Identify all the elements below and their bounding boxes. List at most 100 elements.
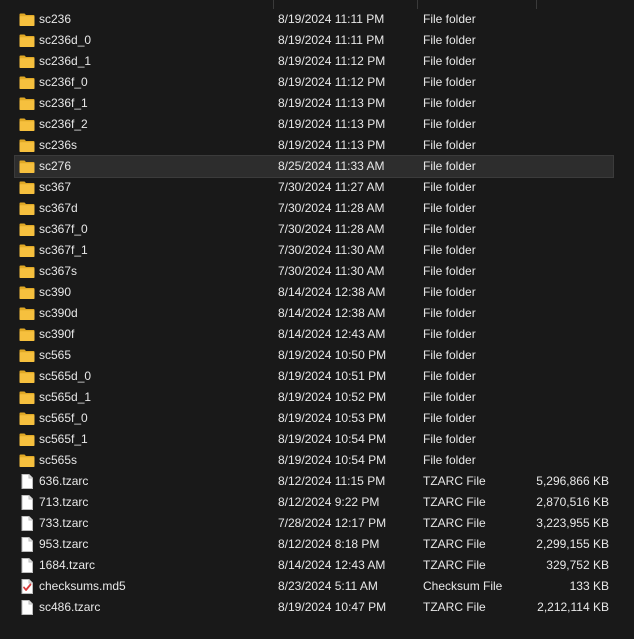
file-name: sc565d_0	[39, 369, 92, 383]
file-size: 329,752 KB	[546, 558, 609, 572]
folder-icon	[19, 12, 35, 27]
date-modified: 7/30/2024 11:28 AM	[278, 201, 385, 215]
file-name: sc367d	[39, 201, 78, 215]
file-type: File folder	[423, 369, 476, 383]
folder-icon	[19, 54, 35, 69]
file-row[interactable]: sc236s 8/19/2024 11:13 PM File folder	[15, 135, 613, 156]
file-row[interactable]: 733.tzarc 7/28/2024 12:17 PM TZARC File …	[15, 513, 613, 534]
date-modified: 8/14/2024 12:43 AM	[278, 327, 386, 341]
file-name: sc367s	[39, 264, 78, 278]
file-size: 133 KB	[569, 579, 609, 593]
file-name: 953.tzarc	[39, 537, 89, 551]
date-modified: 8/25/2024 11:33 AM	[278, 159, 385, 173]
file-row[interactable]: sc367d 7/30/2024 11:28 AM File folder	[15, 198, 613, 219]
folder-icon	[19, 264, 35, 279]
file-name: sc236	[39, 12, 72, 26]
date-modified: 7/30/2024 11:27 AM	[278, 180, 385, 194]
file-name: 636.tzarc	[39, 474, 89, 488]
date-modified: 8/19/2024 11:11 PM	[278, 33, 385, 47]
file-type: File folder	[423, 138, 476, 152]
column-divider-type[interactable]	[536, 0, 537, 9]
date-modified: 8/19/2024 10:52 PM	[278, 390, 387, 404]
file-size: 3,223,955 KB	[536, 516, 609, 530]
column-divider-name[interactable]	[273, 0, 274, 9]
file-name: sc390	[39, 285, 72, 299]
file-name: sc565d_1	[39, 390, 92, 404]
date-modified: 8/23/2024 5:11 AM	[278, 579, 378, 593]
file-row[interactable]: sc236d_0 8/19/2024 11:11 PM File folder	[15, 30, 613, 51]
date-modified: 8/19/2024 10:51 PM	[278, 369, 387, 383]
file-name: 1684.tzarc	[39, 558, 96, 572]
file-icon	[19, 516, 35, 531]
date-modified: 7/30/2024 11:30 AM	[278, 264, 385, 278]
file-row[interactable]: sc367s 7/30/2024 11:30 AM File folder	[15, 261, 613, 282]
file-row[interactable]: checksums.md5 8/23/2024 5:11 AM Checksum…	[15, 576, 613, 597]
file-type: File folder	[423, 159, 476, 173]
file-name: sc390f	[39, 327, 75, 341]
file-icon	[19, 537, 35, 552]
file-row[interactable]: sc565d_0 8/19/2024 10:51 PM File folder	[15, 366, 613, 387]
file-row[interactable]: sc390 8/14/2024 12:38 AM File folder	[15, 282, 613, 303]
file-row[interactable]: 636.tzarc 8/12/2024 11:15 PM TZARC File …	[15, 471, 613, 492]
file-type: File folder	[423, 96, 476, 110]
folder-icon	[19, 33, 35, 48]
checksum-file-icon	[19, 579, 35, 594]
file-row[interactable]: sc236d_1 8/19/2024 11:12 PM File folder	[15, 51, 613, 72]
column-divider-date[interactable]	[417, 0, 418, 9]
folder-icon	[19, 453, 35, 468]
file-row[interactable]: sc236f_1 8/19/2024 11:13 PM File folder	[15, 93, 613, 114]
date-modified: 8/19/2024 10:54 PM	[278, 453, 387, 467]
file-row[interactable]: sc236 8/19/2024 11:11 PM File folder	[15, 9, 613, 30]
date-modified: 7/30/2024 11:28 AM	[278, 222, 385, 236]
file-name: checksums.md5	[39, 579, 126, 593]
file-list: sc236 8/19/2024 11:11 PM File folder sc2…	[14, 9, 614, 618]
folder-icon	[19, 96, 35, 111]
file-row[interactable]: 953.tzarc 8/12/2024 8:18 PM TZARC File 2…	[15, 534, 613, 555]
file-size: 2,299,155 KB	[536, 537, 609, 551]
date-modified: 8/19/2024 10:50 PM	[278, 348, 387, 362]
file-row[interactable]: 1684.tzarc 8/14/2024 12:43 AM TZARC File…	[15, 555, 613, 576]
file-row[interactable]: sc565s 8/19/2024 10:54 PM File folder	[15, 450, 613, 471]
date-modified: 8/12/2024 8:18 PM	[278, 537, 380, 551]
file-type: File folder	[423, 453, 476, 467]
date-modified: 8/19/2024 11:11 PM	[278, 12, 385, 26]
file-row[interactable]: sc367 7/30/2024 11:27 AM File folder	[15, 177, 613, 198]
file-type: File folder	[423, 432, 476, 446]
file-row[interactable]: sc367f_0 7/30/2024 11:28 AM File folder	[15, 219, 613, 240]
file-row[interactable]: sc367f_1 7/30/2024 11:30 AM File folder	[15, 240, 613, 261]
file-type: TZARC File	[423, 537, 486, 551]
folder-icon	[19, 411, 35, 426]
file-name: sc236f_2	[39, 117, 88, 131]
file-row[interactable]: sc276 8/25/2024 11:33 AM File folder	[14, 155, 614, 178]
file-type: File folder	[423, 390, 476, 404]
file-type: TZARC File	[423, 516, 486, 530]
date-modified: 7/30/2024 11:30 AM	[278, 243, 385, 257]
file-row[interactable]: sc390d 8/14/2024 12:38 AM File folder	[15, 303, 613, 324]
date-modified: 8/19/2024 10:54 PM	[278, 432, 387, 446]
file-row[interactable]: sc236f_0 8/19/2024 11:12 PM File folder	[15, 72, 613, 93]
file-name: sc236f_1	[39, 96, 88, 110]
file-type: TZARC File	[423, 495, 486, 509]
file-row[interactable]: sc565 8/19/2024 10:50 PM File folder	[15, 345, 613, 366]
file-row[interactable]: sc390f 8/14/2024 12:43 AM File folder	[15, 324, 613, 345]
file-row[interactable]: sc236f_2 8/19/2024 11:13 PM File folder	[15, 114, 613, 135]
file-name: sc367f_0	[39, 222, 88, 236]
file-type: File folder	[423, 201, 476, 215]
file-type: TZARC File	[423, 558, 486, 572]
file-type: File folder	[423, 285, 476, 299]
file-type: File folder	[423, 264, 476, 278]
file-type: File folder	[423, 75, 476, 89]
file-row[interactable]: sc565f_1 8/19/2024 10:54 PM File folder	[15, 429, 613, 450]
date-modified: 7/28/2024 12:17 PM	[278, 516, 387, 530]
file-row[interactable]: sc486.tzarc 8/19/2024 10:47 PM TZARC Fil…	[15, 597, 613, 618]
file-row[interactable]: sc565d_1 8/19/2024 10:52 PM File folder	[15, 387, 613, 408]
file-type: File folder	[423, 327, 476, 341]
file-name: sc236f_0	[39, 75, 88, 89]
file-row[interactable]: sc565f_0 8/19/2024 10:53 PM File folder	[15, 408, 613, 429]
file-row[interactable]: 713.tzarc 8/12/2024 9:22 PM TZARC File 2…	[15, 492, 613, 513]
date-modified: 8/19/2024 10:47 PM	[278, 600, 387, 614]
file-name: 733.tzarc	[39, 516, 89, 530]
file-name: sc390d	[39, 306, 78, 320]
file-name: sc486.tzarc	[39, 600, 101, 614]
folder-icon	[19, 285, 35, 300]
